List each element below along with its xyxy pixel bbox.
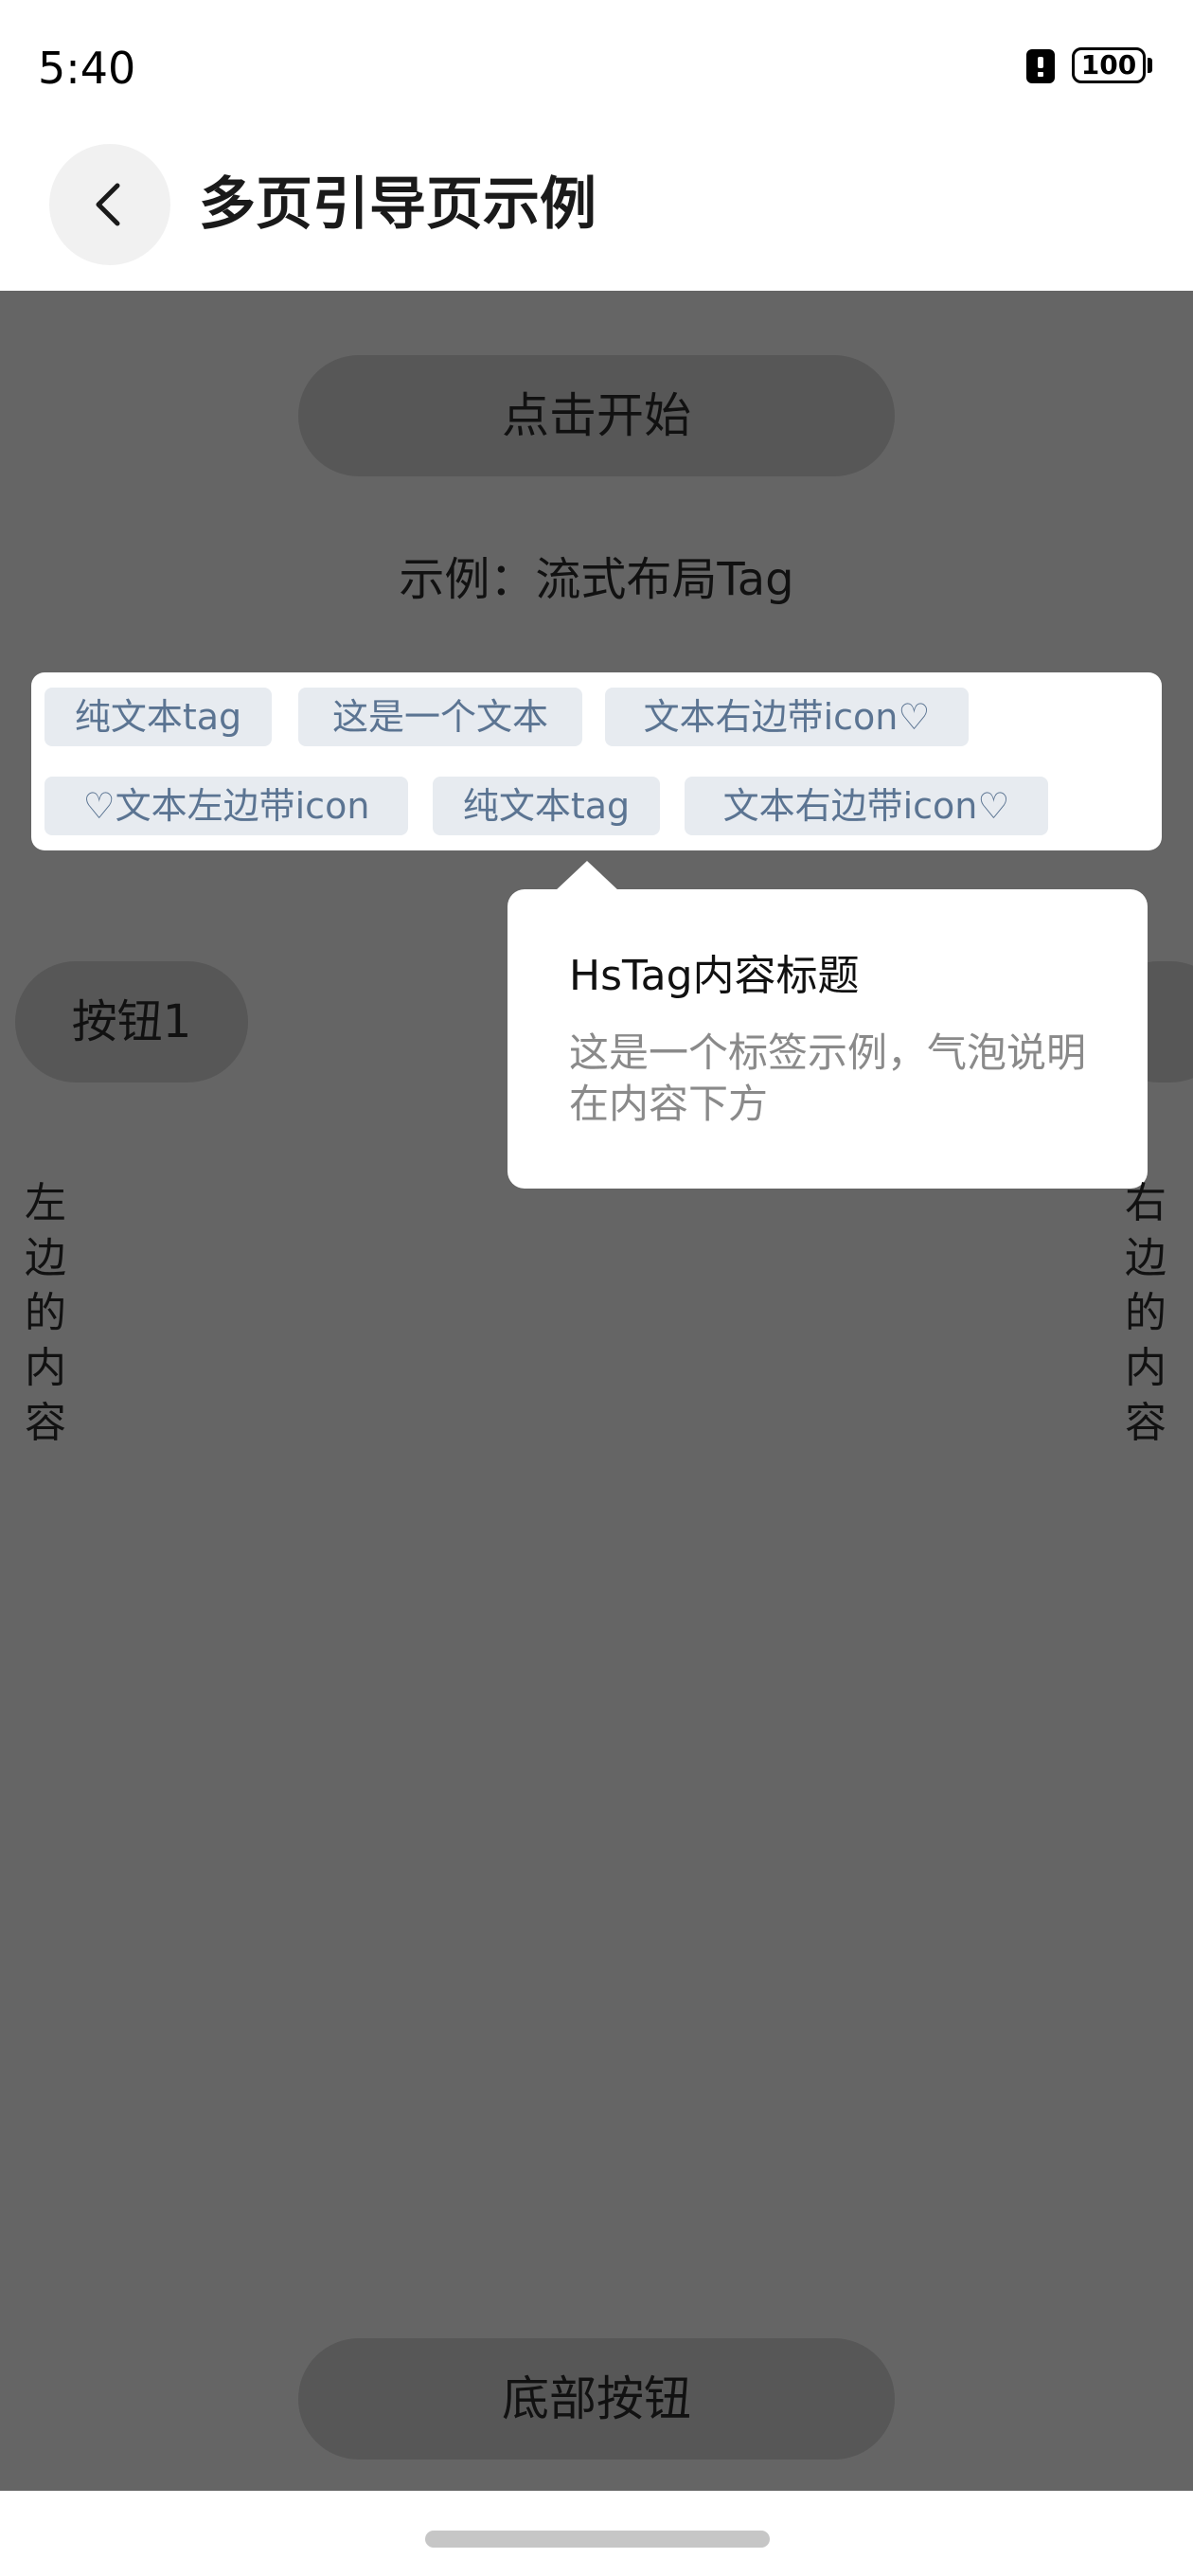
navigation-bar (0, 2491, 1193, 2576)
tip-bubble: HsTag内容标题 这是一个标签示例，气泡说明在内容下方 (507, 889, 1148, 1189)
app-bar: 多页引导页示例 (0, 133, 1193, 291)
tag-flow-panel: 纯文本tag 这是一个文本 文本右边带icon♡ ♡文本左边带icon 纯文本t… (31, 672, 1162, 850)
guide-overlay[interactable]: 点击开始 示例：流式布局Tag 纯文本tag 这是一个文本 文本右边带icon♡… (0, 291, 1193, 2491)
home-indicator[interactable] (425, 2531, 770, 2548)
status-time: 5:40 (38, 43, 136, 94)
tag-item[interactable]: 文本右边带icon♡ (605, 688, 969, 746)
tag-item[interactable]: 这是一个文本 (298, 688, 582, 746)
start-button[interactable]: 点击开始 (298, 355, 895, 476)
left-content: 左边的内容 (25, 1179, 66, 1447)
tag-item[interactable]: 纯文本tag (433, 777, 660, 835)
bubble-description: 这是一个标签示例，气泡说明在内容下方 (569, 1029, 1087, 1127)
tag-item[interactable]: ♡文本左边带icon (45, 777, 408, 835)
example-label: 示例：流式布局Tag (399, 553, 794, 606)
chevron-left-icon (96, 183, 120, 226)
tag-item[interactable]: 文本右边带icon♡ (685, 777, 1048, 835)
bottom-button[interactable]: 底部按钮 (298, 2338, 895, 2460)
button-1[interactable]: 按钮1 (15, 961, 248, 1082)
tag-item[interactable]: 纯文本tag (45, 688, 272, 746)
back-button[interactable] (49, 144, 170, 265)
notification-icon (1026, 49, 1055, 83)
right-content: 右边的内容 (1125, 1179, 1166, 1447)
page-title: 多页引导页示例 (199, 171, 596, 238)
status-bar: 5:40 100 (0, 0, 1193, 133)
bubble-arrow (555, 861, 619, 891)
bubble-title: HsTag内容标题 (569, 952, 860, 1000)
battery-tip (1148, 58, 1152, 73)
battery-icon: 100 (1072, 47, 1146, 83)
